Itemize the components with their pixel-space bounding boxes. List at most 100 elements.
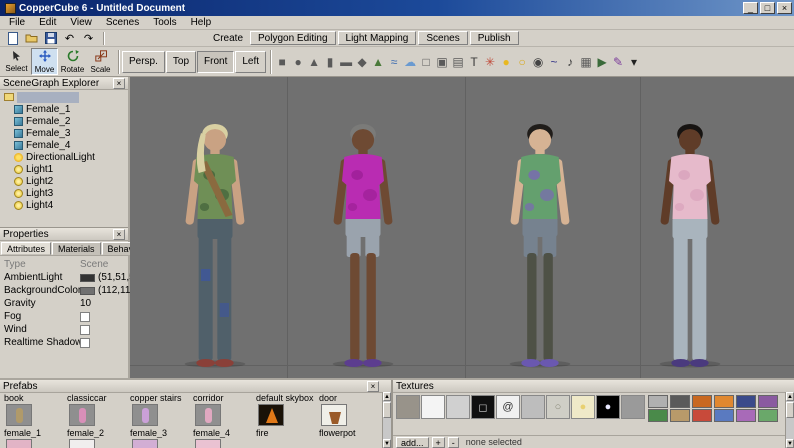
prefab-item-fire[interactable] — [252, 403, 315, 428]
scroll-up-icon[interactable]: ▲ — [383, 392, 391, 401]
tab-attributes[interactable]: Attributes — [1, 242, 52, 255]
checkbox[interactable] — [80, 311, 90, 322]
spiral-texture[interactable]: @ — [496, 395, 520, 419]
prefab-thumbnail[interactable] — [132, 404, 158, 426]
prefabs-close-button[interactable]: × — [367, 380, 379, 392]
maximize-button[interactable]: □ — [760, 2, 775, 14]
scenegraph-item-female_2[interactable]: Female_2 — [0, 115, 128, 127]
minus-texture-button[interactable]: - — [447, 436, 459, 448]
mesh-icon[interactable]: ▦ — [578, 51, 594, 73]
prefab-thumbnail[interactable] — [6, 404, 32, 426]
texture-atlas-thumbnail[interactable] — [736, 395, 756, 408]
character-female_4[interactable] — [620, 117, 760, 369]
cone-icon[interactable]: ▲ — [306, 51, 322, 73]
prefab-thumbnail[interactable] — [195, 404, 221, 426]
tab-materials[interactable]: Materials — [52, 242, 101, 255]
view-left-button[interactable]: Left — [235, 50, 267, 73]
prefab-item[interactable] — [0, 438, 63, 448]
texture-atlas-thumbnail[interactable] — [648, 395, 668, 408]
color-swatch[interactable] — [80, 273, 95, 282]
textures-scrollbar[interactable]: ▲ ▼ — [785, 392, 794, 448]
room-icon[interactable]: □ — [418, 51, 434, 73]
texture-atlas-thumbnail[interactable] — [692, 395, 712, 408]
prefab-thumbnail[interactable] — [258, 404, 284, 426]
lightbulb-texture[interactable]: ○ — [546, 395, 570, 419]
overlay-2d-icon[interactable]: ▤ — [450, 51, 466, 73]
scenes-button[interactable]: Scenes — [418, 31, 468, 45]
texture-atlas-thumbnail[interactable] — [692, 409, 712, 422]
scroll-up-icon[interactable]: ▲ — [786, 392, 794, 401]
prefab-item[interactable] — [126, 438, 189, 448]
redo-icon[interactable]: ↷ — [79, 31, 98, 46]
prefab-item-female_4[interactable] — [189, 403, 252, 428]
checkbox[interactable] — [80, 324, 90, 335]
polygon-editing-button[interactable]: Polygon Editing — [250, 31, 336, 45]
view-front-button[interactable]: Front — [197, 50, 235, 73]
plus-texture-button[interactable]: + — [431, 436, 445, 448]
select-tool-button[interactable]: Select — [3, 48, 30, 75]
plane-icon[interactable]: ▬ — [338, 51, 354, 73]
checkbox[interactable] — [80, 337, 90, 348]
character-female_3[interactable] — [470, 117, 610, 369]
more-dropdown-icon[interactable]: ▾ — [626, 51, 642, 73]
add-texture-button[interactable]: add... — [396, 436, 429, 448]
properties-close-button[interactable]: × — [113, 228, 125, 240]
scenegraph-item-light1[interactable]: Light1 — [0, 163, 128, 175]
light-mapping-button[interactable]: Light Mapping — [337, 31, 417, 45]
rotate-tool-button[interactable]: Rotate — [59, 48, 86, 75]
menu-view[interactable]: View — [63, 17, 99, 28]
view-top-button[interactable]: Top — [165, 50, 197, 73]
minimize-button[interactable]: _ — [743, 2, 758, 14]
scenegraph-close-button[interactable]: × — [113, 77, 125, 89]
character-female_1[interactable] — [145, 117, 285, 369]
scale-tool-button[interactable]: Scale — [87, 48, 114, 75]
texture-atlas-thumbnail[interactable] — [670, 409, 690, 422]
menu-tools[interactable]: Tools — [146, 17, 183, 28]
open-icon[interactable] — [22, 31, 41, 46]
bulb-icon[interactable]: ○ — [514, 51, 530, 73]
animated-mesh-icon[interactable]: ▶ — [594, 51, 610, 73]
polygon-icon[interactable]: ◆ — [354, 51, 370, 73]
close-button[interactable]: × — [777, 2, 792, 14]
skybox-icon[interactable]: ☁ — [402, 51, 418, 73]
undo-icon[interactable]: ↶ — [60, 31, 79, 46]
sphere-icon[interactable]: ● — [290, 51, 306, 73]
glow-texture[interactable]: ● — [596, 395, 620, 419]
scroll-down-icon[interactable]: ▼ — [383, 439, 391, 448]
prefab-item-female_3[interactable] — [126, 403, 189, 428]
lightbulb-bright-texture[interactable]: ● — [571, 395, 595, 419]
scroll-down-icon[interactable]: ▼ — [786, 439, 794, 448]
menu-file[interactable]: File — [2, 17, 32, 28]
prefab-thumbnail[interactable] — [69, 439, 95, 448]
texture-atlas-thumbnail[interactable] — [648, 409, 668, 422]
color-swatch[interactable] — [80, 286, 95, 295]
prefab-thumbnail[interactable] — [132, 439, 158, 448]
gray-texture[interactable] — [521, 395, 545, 419]
cylinder-icon[interactable]: ▮ — [322, 51, 338, 73]
black-cube-texture[interactable]: ◻ — [471, 395, 495, 419]
character-female_2[interactable] — [293, 117, 433, 369]
text-3d-icon[interactable]: T — [466, 51, 482, 73]
scenegraph-item-root[interactable] — [0, 91, 128, 103]
cube-icon[interactable]: ■ — [274, 51, 290, 73]
menu-edit[interactable]: Edit — [32, 17, 63, 28]
texture-atlas-thumbnail[interactable] — [670, 395, 690, 408]
path-icon[interactable]: ~ — [546, 51, 562, 73]
menu-help[interactable]: Help — [184, 17, 219, 28]
particle-system-icon[interactable]: ✳ — [482, 51, 498, 73]
scrollbar-thumb[interactable] — [383, 402, 391, 418]
prefab-thumbnail[interactable] — [6, 439, 32, 448]
viewport-3d[interactable] — [130, 77, 794, 378]
view-persp-button[interactable]: Persp. — [122, 50, 165, 73]
stone-wall-texture[interactable] — [396, 395, 420, 419]
prefab-item-flowerpot[interactable] — [315, 403, 378, 428]
texture-atlas-thumbnail[interactable] — [758, 409, 778, 422]
scenegraph-item-female_4[interactable]: Female_4 — [0, 139, 128, 151]
prefab-thumbnail[interactable] — [321, 404, 347, 426]
texture-atlas-thumbnail[interactable] — [714, 395, 734, 408]
smoke-texture[interactable] — [621, 395, 645, 419]
scenegraph-item-light2[interactable]: Light2 — [0, 175, 128, 187]
scrollbar-thumb[interactable] — [786, 402, 794, 418]
sound-icon[interactable]: ♪ — [562, 51, 578, 73]
scenegraph-item-directionallight[interactable]: DirectionalLight — [0, 151, 128, 163]
